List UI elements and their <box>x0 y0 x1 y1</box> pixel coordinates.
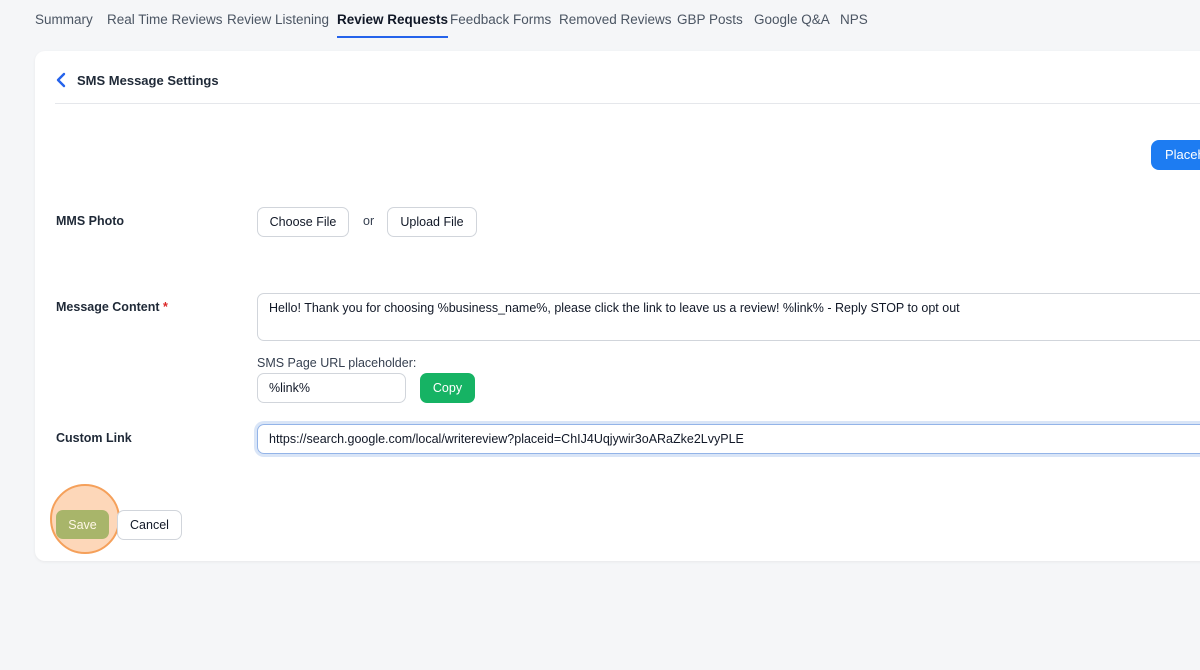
sms-settings-card: SMS Message Settings Placeh MMS Photo Ch… <box>35 51 1200 561</box>
tab-real-time-reviews[interactable]: Real Time Reviews <box>107 12 223 36</box>
tab-summary[interactable]: Summary <box>35 12 93 36</box>
choose-file-button[interactable]: Choose File <box>257 207 349 237</box>
tab-feedback-forms[interactable]: Feedback Forms <box>450 12 551 36</box>
tab-review-listening[interactable]: Review Listening <box>227 12 329 36</box>
or-text: or <box>363 214 375 228</box>
tab-review-requests[interactable]: Review Requests <box>337 12 449 38</box>
card-header: SMS Message Settings <box>55 51 1200 104</box>
url-placeholder-input[interactable]: %link% <box>257 373 406 403</box>
message-content-textarea[interactable]: Hello! Thank you for choosing %business_… <box>257 293 1200 341</box>
message-content-label: Message Content * <box>56 300 168 314</box>
required-mark: * <box>162 300 168 314</box>
custom-link-label: Custom Link <box>56 431 132 445</box>
save-button[interactable]: Save <box>56 510 109 539</box>
tab-removed-reviews[interactable]: Removed Reviews <box>559 12 672 36</box>
page-title: SMS Message Settings <box>77 73 219 88</box>
message-content-label-text: Message Content <box>56 300 160 314</box>
upload-file-button[interactable]: Upload File <box>387 207 477 237</box>
chevron-left-icon[interactable] <box>55 72 67 88</box>
tab-nps[interactable]: NPS <box>840 12 868 36</box>
mms-photo-label: MMS Photo <box>56 214 125 228</box>
copy-button[interactable]: Copy <box>420 373 475 403</box>
placeholders-button[interactable]: Placeh <box>1151 140 1200 170</box>
sms-url-placeholder-label: SMS Page URL placeholder: <box>257 356 417 370</box>
tab-bar: Summary Real Time Reviews Review Listeni… <box>0 0 1200 40</box>
custom-link-input[interactable]: https://search.google.com/local/writerev… <box>257 424 1200 454</box>
cancel-button[interactable]: Cancel <box>117 510 182 540</box>
tab-gbp-posts[interactable]: GBP Posts <box>677 12 743 36</box>
tab-google-qa[interactable]: Google Q&A <box>754 12 830 36</box>
